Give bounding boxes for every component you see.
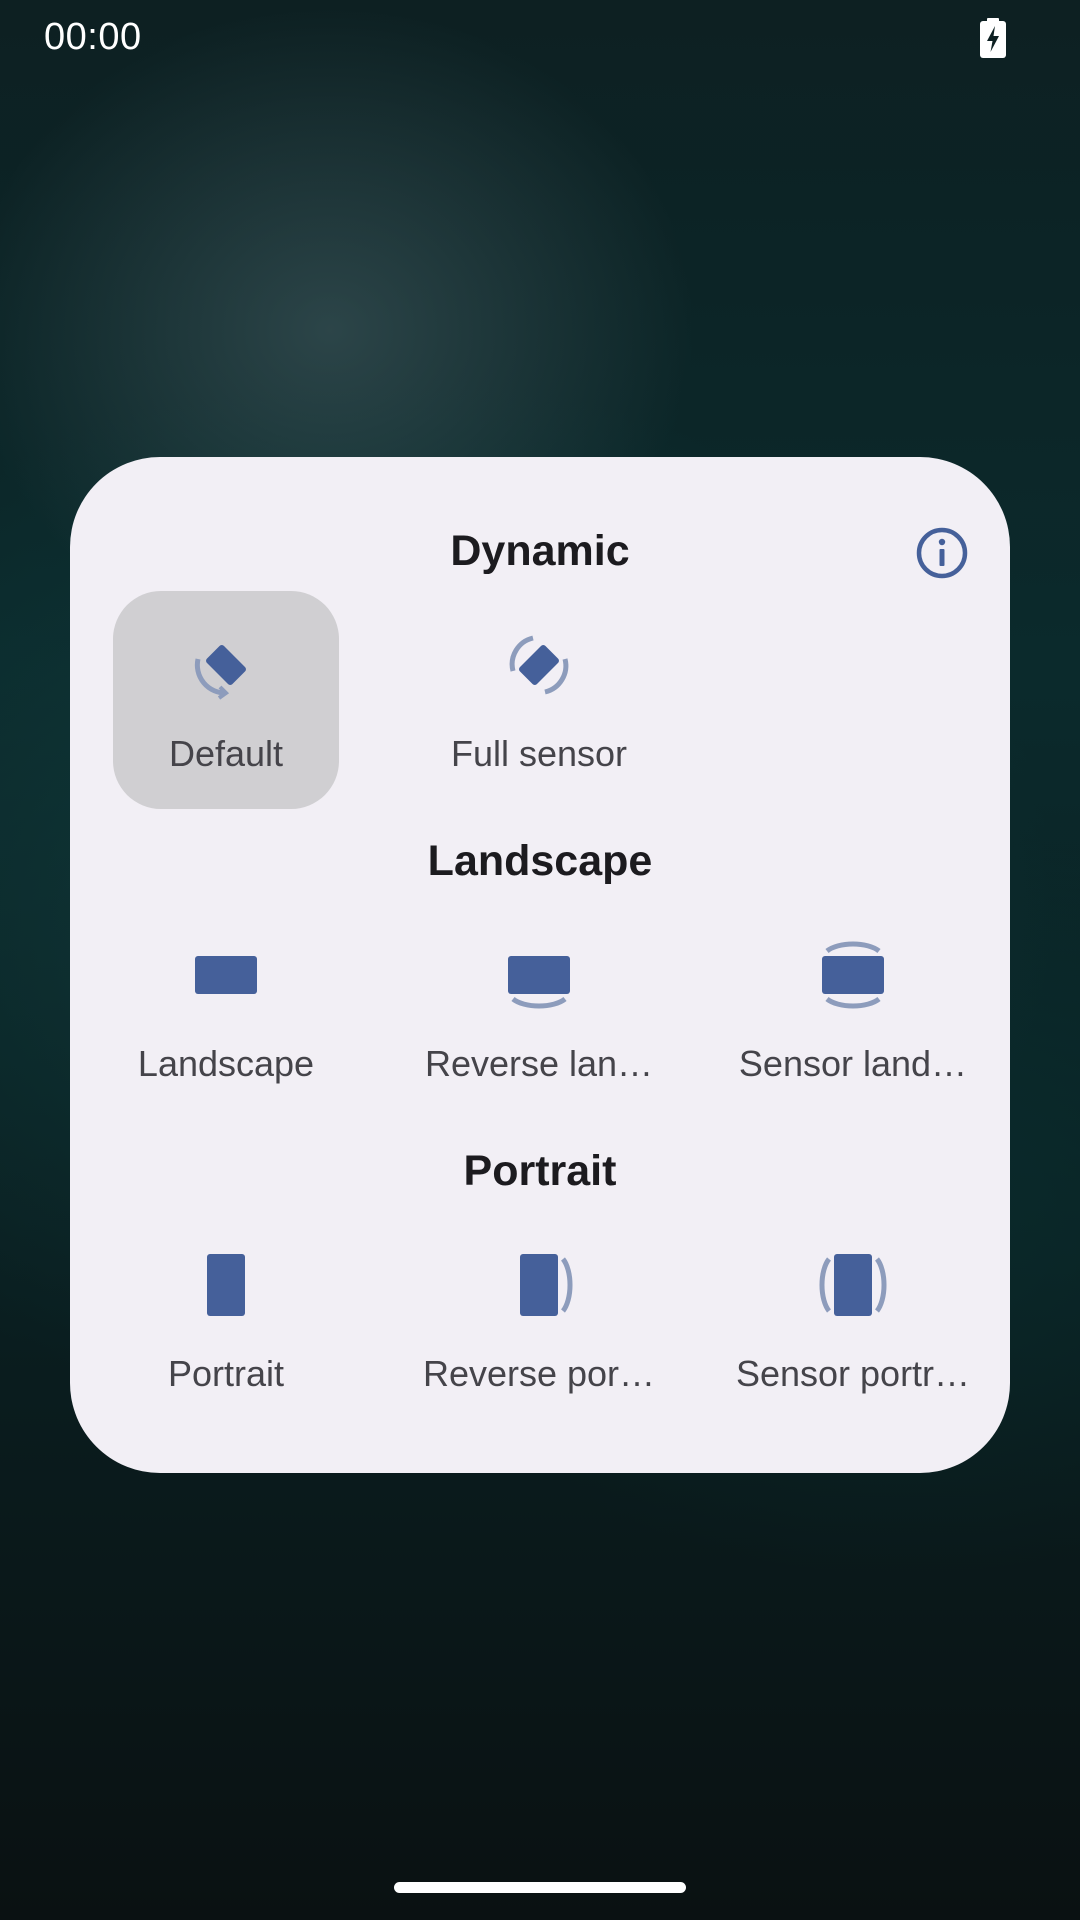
option-portrait[interactable]: Portrait <box>113 1211 339 1429</box>
option-default[interactable]: Default <box>113 591 339 809</box>
option-sensor-landscape[interactable]: Sensor land… <box>739 901 967 1119</box>
option-reverse-portrait[interactable]: Reverse por… <box>423 1211 655 1429</box>
sensor-landscape-icon <box>822 941 884 1009</box>
sensor-portrait-icon <box>819 1254 887 1316</box>
option-landscape[interactable]: Landscape <box>113 901 339 1119</box>
option-full-sensor[interactable]: Full sensor <box>426 591 652 809</box>
option-sensor-portrait[interactable]: Sensor portr… <box>736 1211 970 1429</box>
reverse-portrait-icon <box>520 1254 573 1316</box>
option-reverse-landscape[interactable]: Reverse lan… <box>425 901 653 1119</box>
portrait-icon <box>207 1254 245 1316</box>
rotate-full-sensor-icon <box>509 635 569 695</box>
option-label: Full sensor <box>450 733 628 774</box>
option-label: Sensor portr… <box>735 1353 971 1394</box>
section-title-portrait: Portrait <box>463 1147 617 1195</box>
option-label: Sensor land… <box>738 1043 968 1084</box>
section-title-dynamic: Dynamic <box>450 527 630 575</box>
option-label: Reverse lan… <box>424 1043 654 1084</box>
option-label: Default <box>168 733 284 774</box>
rotate-default-icon <box>194 645 246 700</box>
option-label: Landscape <box>137 1043 315 1084</box>
navigation-handle[interactable] <box>394 1882 686 1893</box>
battery-charging-icon <box>980 18 1006 58</box>
orientation-dialog: Dynamic Default Full sensor Landscape La… <box>70 457 1010 1473</box>
section-title-landscape: Landscape <box>427 837 653 885</box>
option-label: Reverse por… <box>422 1353 656 1394</box>
option-label: Portrait <box>167 1353 285 1394</box>
landscape-icon <box>195 956 257 994</box>
status-bar: 00:00 <box>0 0 1080 80</box>
status-time: 00:00 <box>44 16 142 58</box>
reverse-landscape-icon <box>508 956 570 1009</box>
